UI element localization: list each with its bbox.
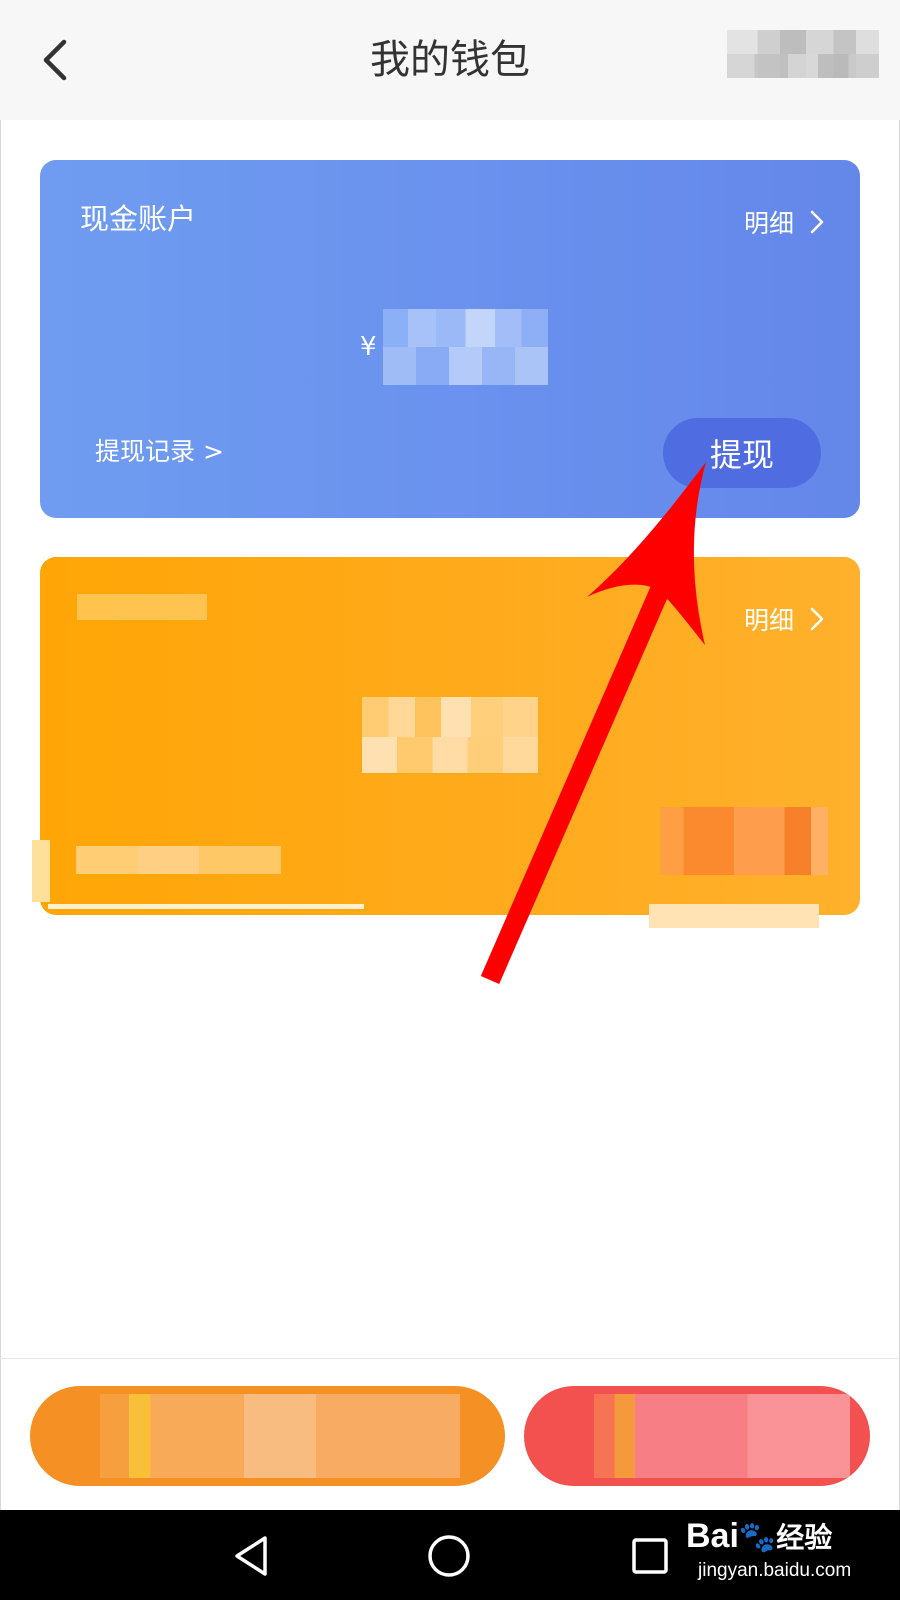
chevron-left-icon: [43, 39, 67, 81]
watermark-url: jingyan.baidu.com: [698, 1560, 852, 1581]
bottom-left-action-button[interactable]: [30, 1386, 505, 1486]
square-recents-icon: [632, 1538, 668, 1574]
bottom-right-action-button[interactable]: [524, 1386, 870, 1486]
second-account-card: 明细: [40, 557, 860, 915]
second-detail-label: 明细: [743, 606, 794, 635]
nav-back-button[interactable]: [223, 1528, 279, 1584]
paw-icon: 🐾: [738, 1521, 777, 1554]
cash-account-title: 现金账户: [80, 202, 197, 236]
second-detail-link[interactable]: 明细: [744, 601, 824, 637]
chevron-right-icon: [810, 210, 824, 234]
bottom-divider: [0, 1358, 900, 1359]
second-account-title-redacted: [77, 594, 207, 620]
currency-symbol: ¥: [360, 332, 377, 362]
header-right-redacted[interactable]: [727, 30, 879, 78]
cash-balance: ¥: [360, 307, 548, 387]
cash-detail-link[interactable]: 明细: [744, 204, 824, 240]
watermark-brand: Bai🐾经验: [686, 1517, 833, 1555]
back-button[interactable]: [30, 30, 80, 90]
balance-redacted: [382, 309, 548, 385]
bottom-right-label-redacted: [594, 1394, 850, 1478]
circle-home-icon: [428, 1535, 470, 1577]
header-bar: 我的钱包: [0, 0, 900, 120]
chevron-right-icon: [810, 607, 824, 631]
redaction-underline: [48, 904, 364, 909]
bottom-left-label-redacted: [100, 1394, 460, 1478]
nav-home-button[interactable]: [421, 1528, 477, 1584]
baidu-jingyan-watermark: Bai🐾经验 jingyan.baidu.com: [686, 1508, 886, 1588]
withdraw-button[interactable]: 提现: [663, 418, 821, 488]
withdraw-record-link[interactable]: 提现记录 >: [95, 432, 224, 468]
redaction-edge: [32, 840, 50, 902]
cash-detail-label: 明细: [743, 209, 794, 238]
redaction-underline: [649, 904, 819, 928]
triangle-back-icon: [235, 1536, 267, 1576]
cash-account-card: 现金账户 明细 ¥ 提现记录 > 提现: [40, 160, 860, 518]
second-action-redacted[interactable]: [660, 807, 828, 875]
nav-recent-button[interactable]: [622, 1528, 678, 1584]
second-info-redacted[interactable]: [76, 846, 281, 874]
second-balance-redacted: [362, 697, 538, 773]
